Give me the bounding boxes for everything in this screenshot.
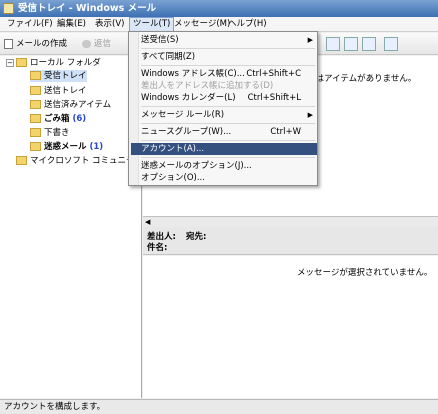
folder-label: ローカル フォルダ [30, 58, 101, 68]
no-selection-message: メッセージが選択されていません。 [297, 268, 433, 278]
menu-separator [141, 140, 315, 141]
reply-button[interactable]: 返信 [82, 37, 111, 51]
folder-label: マイクロソフト コミュニティ [30, 156, 143, 166]
folder-local[interactable]: ローカル フォルダ [16, 57, 101, 69]
trash-icon [30, 114, 41, 123]
folder-community[interactable]: マイクロソフト コミュニティ [16, 155, 143, 167]
horizontal-scrollbar[interactable]: ◀ [143, 216, 438, 227]
menu-item-label: すべて同期(Z) [141, 52, 196, 62]
menu-item-shortcut: Ctrl+Shift+L [247, 93, 301, 103]
menu-separator [141, 48, 315, 49]
menu-tools[interactable]: ツール(T) [129, 17, 175, 32]
menu-item-send-receive[interactable]: 送受信(S) ▶ [141, 34, 317, 46]
folder-inbox[interactable]: 受信トレイ [30, 70, 87, 82]
folder-label: 受信トレイ [44, 71, 87, 81]
tools-menu: 送受信(S) ▶ すべて同期(Z) Windows アドレス帳(C)... Ct… [128, 31, 318, 186]
submenu-arrow-icon: ▶ [307, 111, 313, 119]
menu-item-label: 差出人をアドレス帳に追加する(D) [141, 81, 274, 91]
status-bar: アカウントを構成します。 [0, 399, 438, 414]
reply-icon [82, 40, 91, 48]
drafts-icon [30, 128, 41, 137]
reply-label: 返信 [94, 39, 112, 49]
window-title: 受信トレイ - Windows メール [18, 3, 157, 14]
menu-item-label: Windows アドレス帳(C)... [141, 69, 245, 79]
folder-label: 送信トレイ [44, 86, 87, 96]
menu-item-message-rules[interactable]: メッセージ ルール(R) ▶ [141, 109, 317, 121]
menu-message[interactable]: メッセージ(M) [171, 17, 233, 32]
menu-item-newsgroups[interactable]: ニュースグループ(W)... Ctrl+W [141, 126, 317, 138]
calendar-icon[interactable] [344, 37, 358, 51]
menu-item-label: 送受信(S) [141, 35, 179, 45]
outbox-icon [30, 86, 41, 95]
menu-item-add-sender: 差出人をアドレス帳に追加する(D) [141, 80, 317, 92]
menu-item-label: ニュースグループ(W)... [141, 127, 232, 137]
collapse-icon[interactable]: − [6, 59, 14, 67]
community-icon [16, 156, 27, 165]
subject-label: 件名: [147, 243, 168, 253]
menu-item-label: 迷惑メールのオプション(J)... [141, 161, 252, 171]
folder-sent[interactable]: 送信済みアイテム [30, 99, 111, 111]
compose-button[interactable]: メールの作成 [4, 37, 67, 51]
menu-view[interactable]: 表示(V) [92, 17, 127, 32]
layout-icon[interactable] [384, 37, 398, 51]
title-bar[interactable]: 受信トレイ - Windows メール [0, 0, 438, 17]
menu-item-address-book[interactable]: Windows アドレス帳(C)... Ctrl+Shift+C [141, 68, 317, 80]
menu-bar: ファイル(F) 編集(E) 表示(V) ツール(T) メッセージ(M) ヘルプ(… [0, 17, 438, 32]
find-icon[interactable] [362, 37, 376, 51]
preview-header: 差出人: 宛先: 件名: [143, 227, 438, 255]
folder-label: 送信済みアイテム [44, 100, 112, 110]
menu-item-label: メッセージ ルール(R) [141, 110, 225, 120]
unread-count: (6) [72, 114, 87, 124]
menu-separator [141, 123, 315, 124]
menu-item-accounts[interactable]: アカウント(A)... [131, 143, 317, 155]
contacts-icon[interactable] [326, 37, 340, 51]
unread-count: (1) [89, 142, 104, 152]
menu-item-sync-all[interactable]: すべて同期(Z) [141, 51, 317, 63]
status-text: アカウントを構成します。 [4, 402, 106, 412]
menu-item-shortcut: Ctrl+Shift+C [246, 69, 301, 79]
folder-icon [16, 58, 27, 67]
menu-item-options[interactable]: オプション(O)... [141, 172, 317, 184]
submenu-arrow-icon: ▶ [307, 36, 313, 44]
folder-label: 迷惑メール [44, 142, 87, 152]
menu-separator [141, 65, 315, 66]
sent-icon [30, 100, 41, 109]
menu-item-shortcut: Ctrl+W [270, 127, 301, 137]
junk-icon [30, 142, 41, 151]
folder-label: 下書き [44, 128, 70, 138]
inbox-icon [30, 71, 41, 80]
menu-separator [141, 106, 315, 107]
menu-file[interactable]: ファイル(F) [4, 17, 56, 32]
menu-item-label: アカウント(A)... [141, 144, 205, 154]
menu-item-label: オプション(O)... [141, 173, 205, 183]
folder-deleted[interactable]: ごみ箱 (6) [30, 113, 86, 125]
folder-junk[interactable]: 迷惑メール (1) [30, 141, 103, 153]
menu-separator [141, 157, 315, 158]
menu-item-calendar[interactable]: Windows カレンダー(L) Ctrl+Shift+L [141, 92, 317, 104]
folder-drafts[interactable]: 下書き [30, 127, 70, 139]
new-mail-icon [4, 39, 13, 49]
menu-edit[interactable]: 編集(E) [54, 17, 89, 32]
menu-item-label: Windows カレンダー(L) [141, 93, 236, 103]
compose-label: メールの作成 [16, 39, 68, 49]
mail-icon [3, 3, 14, 14]
to-label: 宛先: [186, 232, 207, 242]
menu-help[interactable]: ヘルプ(H) [225, 17, 270, 32]
scroll-left-icon[interactable]: ◀ [145, 218, 153, 226]
folder-outbox[interactable]: 送信トレイ [30, 85, 87, 97]
menu-item-junk-options[interactable]: 迷惑メールのオプション(J)... [141, 160, 317, 172]
folder-label: ごみ箱 [44, 114, 70, 124]
